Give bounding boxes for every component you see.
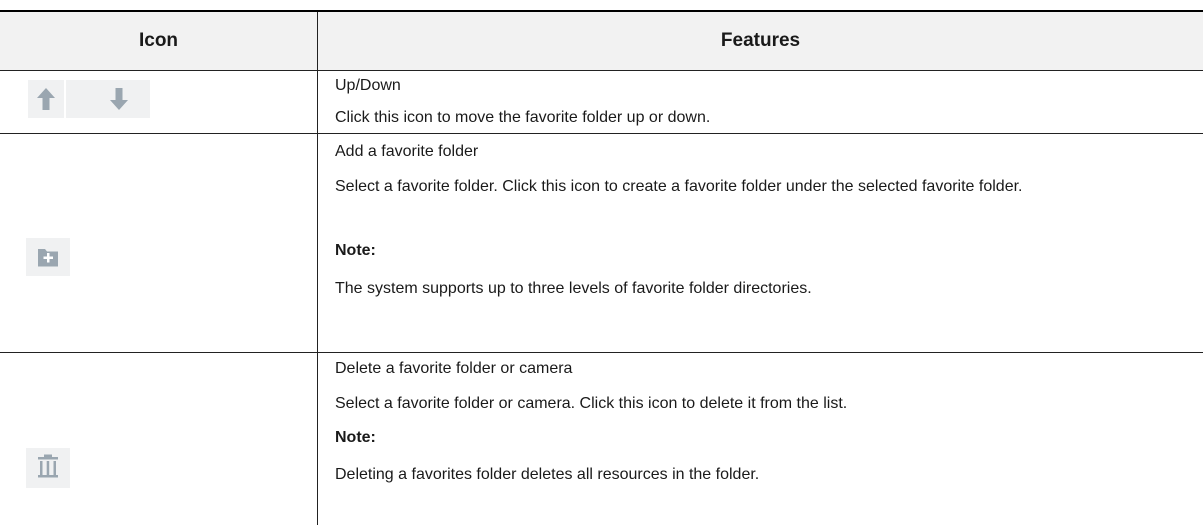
table-row-add-folder: Add a favorite folder Select a favorite …	[0, 134, 1203, 351]
features-cell: Add a favorite folder Select a favorite …	[335, 134, 1185, 351]
arrow-down-icon	[66, 80, 150, 118]
icon-cell	[0, 134, 317, 351]
features-cell: Up/Down Click this icon to move the favo…	[335, 71, 1185, 131]
feature-description: Click this icon to move the favorite fol…	[335, 109, 711, 126]
note-label: Note:	[335, 429, 376, 446]
feature-title: Delete a favorite folder or camera	[335, 360, 573, 377]
features-cell: Delete a favorite folder or camera Selec…	[335, 353, 1185, 523]
arrow-up-icon	[28, 80, 64, 118]
add-folder-icon	[26, 238, 70, 276]
feature-title: Add a favorite folder	[335, 143, 479, 160]
feature-description: Select a favorite folder. Click this ico…	[335, 178, 1023, 195]
icon-cell	[0, 353, 317, 523]
header-icon: Icon	[138, 30, 179, 51]
icon-cell	[0, 71, 317, 131]
table-header: Icon Features	[0, 12, 1203, 71]
table-row-up-down: Up/Down Click this icon to move the favo…	[0, 71, 1203, 131]
note-text: The system supports up to three levels o…	[335, 280, 812, 297]
header-features: Features	[720, 30, 801, 51]
feature-description: Select a favorite folder or camera. Clic…	[335, 395, 848, 412]
feature-title: Up/Down	[335, 77, 401, 94]
table-row-delete: Delete a favorite folder or camera Selec…	[0, 353, 1203, 523]
note-label: Note:	[335, 242, 376, 259]
trash-icon	[26, 448, 70, 488]
note-text: Deleting a favorites folder deletes all …	[335, 466, 760, 483]
